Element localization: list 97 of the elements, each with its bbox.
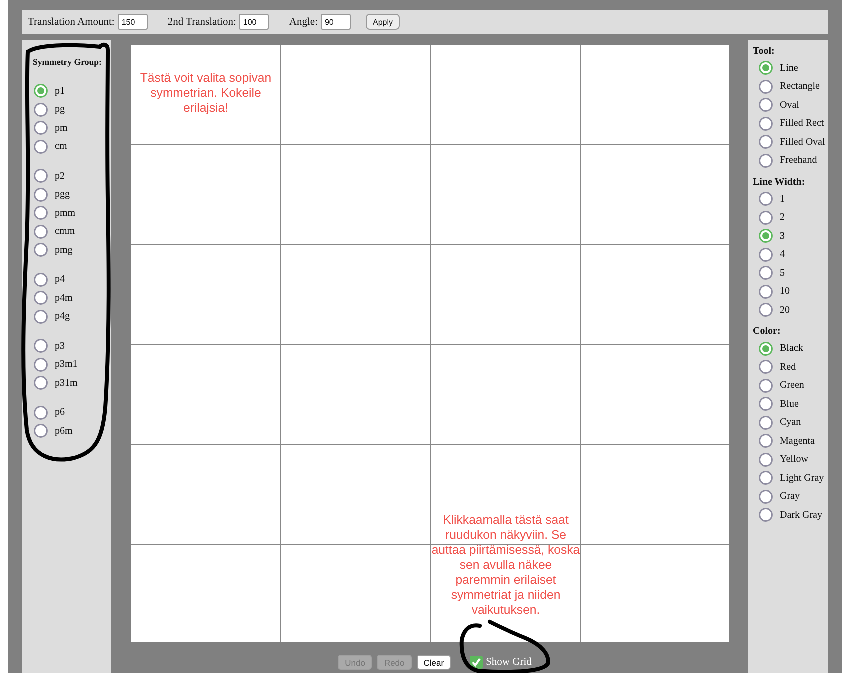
option-label: cmm [55,226,75,238]
option-label: Rectangle [780,81,820,92]
radio-button[interactable] [34,272,48,287]
annotation-note: Klikkaamalla tästä saat ruudukon näkyviin. Se auttaa piirtämisessä, koska sen avulla näkee paremmin erilaiset symmetriat ja niiden vaikutuksen. [431,513,581,618]
radio-button[interactable] [759,360,773,374]
option-label: pgg [55,189,70,200]
radio-button[interactable] [34,406,48,420]
radio-button[interactable] [34,84,48,98]
option-label: Red [780,362,796,373]
option-label: 2 [780,212,785,224]
option-label: p31m [55,378,78,389]
radio-button[interactable] [759,284,773,299]
section-heading: Color: [753,325,782,339]
radio-button[interactable] [34,206,48,220]
option-label: p6m [55,426,73,437]
option-label: Gray [780,491,800,502]
radio-button[interactable] [759,490,773,504]
radio-button[interactable] [759,416,773,430]
radio-button[interactable] [34,376,48,390]
option-label: p1 [55,86,65,97]
option-label: 20 [780,304,790,316]
radio-button[interactable] [34,339,48,354]
radio-button[interactable] [759,266,773,280]
radio-button[interactable] [759,342,773,356]
radio-button[interactable] [34,140,48,154]
checkbox-label: Show Grid [486,657,532,668]
field-label: 2nd Translation: [168,16,236,28]
option-label: pm [55,122,68,134]
radio-button[interactable] [759,471,773,486]
radio-button[interactable] [34,310,48,324]
radio-button[interactable] [759,229,773,244]
option-label: Green [780,380,804,392]
option-label: pg [55,104,65,116]
section-heading: Symmetry Group: [33,56,103,69]
radio-button[interactable] [759,61,773,76]
section-heading: Line Width: [753,176,806,190]
option-label: Black [780,343,804,354]
radio-button[interactable] [759,116,773,131]
radio-button[interactable] [759,508,773,522]
option-label: pmm [55,208,76,219]
input-field[interactable]: 150 [118,14,148,30]
radio-button[interactable] [34,169,48,184]
action-button[interactable]: Clear [416,655,452,670]
radio-button[interactable] [34,291,48,306]
option-label: 3 [780,230,785,242]
drawing-canvas[interactable]: Tästä voit valita sopivan symmetrian. Kokeile erilajsia! Klikkaamalla tästä saat ruudukon näkyviin. Se auttaa piirtämisessä, koska sen avulla näkee paremmin erilaiset symmetriat ja niiden vaikutuksen. [131,45,729,642]
radio-button[interactable] [759,135,773,150]
option-label: 4 [780,249,785,260]
radio-button[interactable] [759,378,773,393]
radio-button[interactable] [34,243,48,258]
option-label: Blue [780,398,799,410]
radio-button[interactable] [759,303,773,318]
field-label: Translation Amount: [28,16,115,28]
option-label: 10 [780,286,790,298]
option-label: p4m [55,292,73,304]
option-label: p6 [55,407,65,418]
option-label: p4 [55,274,65,286]
radio-button[interactable] [34,121,48,136]
radio-button[interactable] [34,424,48,438]
input-field[interactable]: 100 [239,14,270,30]
radio-button[interactable] [759,210,773,225]
option-label: Cyan [780,417,802,428]
radio-button[interactable] [759,98,773,112]
option-label: pmg [55,244,73,256]
radio-button[interactable] [759,192,773,206]
option-label: Yellow [780,454,808,466]
radio-button[interactable] [34,358,48,372]
radio-button[interactable] [759,154,773,168]
radio-button[interactable] [759,434,773,448]
option-label: Freehand [780,155,818,166]
checkbox[interactable] [470,656,484,669]
option-label: cm [55,141,68,152]
option-label: Filled Rect [780,118,824,130]
section-heading: Tool: [753,44,776,58]
option-label: Oval [780,100,800,111]
option-label: 1 [780,194,785,205]
radio-button[interactable] [759,248,773,262]
option-label: Dark Gray [780,510,822,521]
radio-button[interactable] [759,80,773,94]
option-label: 5 [780,268,785,279]
apply-button[interactable]: Apply [366,14,400,30]
option-label: Magenta [780,436,815,447]
radio-button[interactable] [34,102,48,117]
option-label: Filled Oval [780,136,826,148]
input-field[interactable]: 90 [320,14,351,30]
option-label: p2 [55,170,65,182]
option-label: p4g [55,311,70,322]
radio-button[interactable] [759,397,773,412]
radio-button[interactable] [759,452,773,467]
radio-button[interactable] [34,188,48,202]
field-label: Angle: [289,16,318,28]
radio-button[interactable] [34,224,48,239]
option-label: Line [780,62,798,74]
annotation-note: Tästä voit valita sopivan symmetrian. Kokeile erilajsia! [139,71,273,116]
option-label: p3 [55,340,65,352]
option-label: p3m1 [55,359,78,370]
option-label: Light Gray [780,472,824,484]
